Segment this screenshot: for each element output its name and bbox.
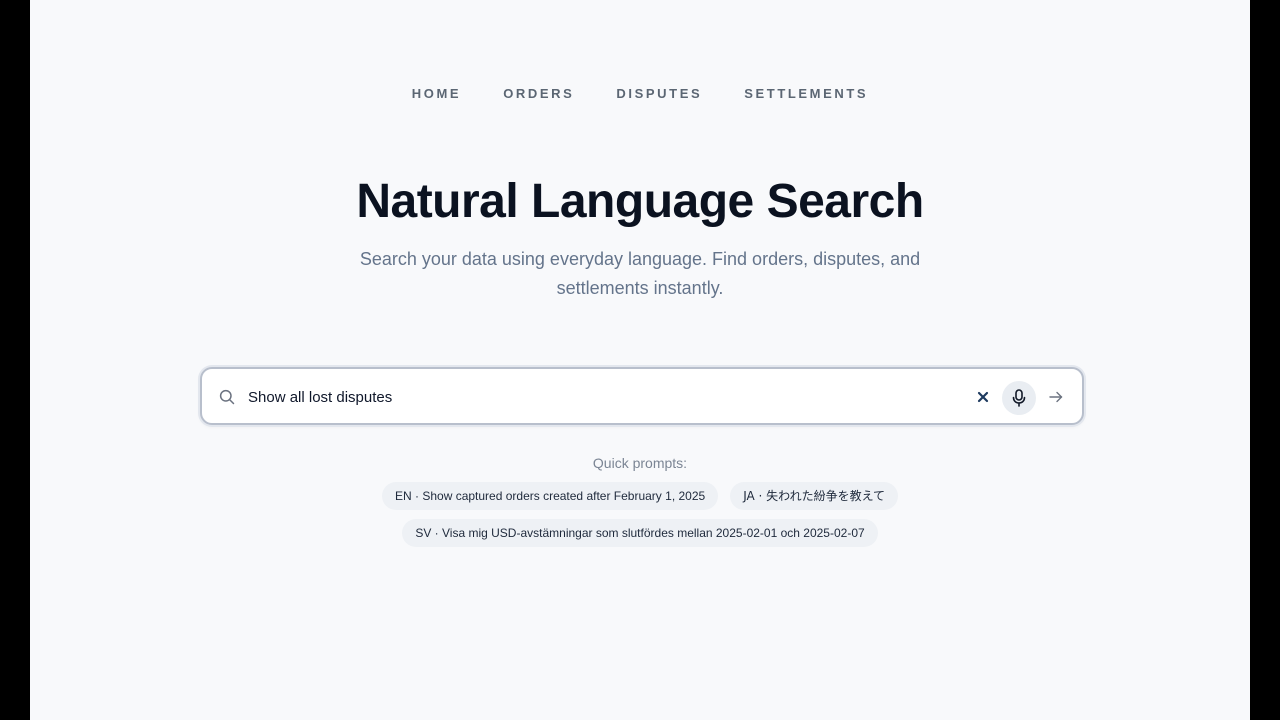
page-subtitle: Search your data using everyday language… xyxy=(359,249,921,298)
nav-settlements[interactable]: SETTLEMENTS xyxy=(744,86,868,101)
arrow-right-icon xyxy=(1049,391,1063,403)
nav-disputes[interactable]: DISPUTES xyxy=(616,86,702,101)
page: HOME ORDERS DISPUTES SETTLEMENTS Natural… xyxy=(30,0,1250,720)
nav-orders[interactable]: ORDERS xyxy=(503,86,574,101)
submit-search-button[interactable] xyxy=(1047,388,1065,406)
top-nav: HOME ORDERS DISPUTES SETTLEMENTS xyxy=(30,86,1250,101)
quick-prompt-en[interactable]: EN · Show captured orders created after … xyxy=(382,482,719,510)
quick-prompt-sv[interactable]: SV · Visa mig USD-avstämningar som slutf… xyxy=(402,519,878,547)
search-icon xyxy=(219,389,235,405)
voice-search-button[interactable] xyxy=(1002,381,1036,415)
clear-button[interactable] xyxy=(974,388,992,406)
quick-prompt-ja[interactable]: JA · 失われた紛争を教えて xyxy=(730,482,898,510)
nav-home[interactable]: HOME xyxy=(412,86,461,101)
microphone-icon xyxy=(1012,389,1026,407)
quick-prompts-row: SV · Visa mig USD-avstämningar som slutf… xyxy=(30,519,1250,547)
search-bar xyxy=(200,367,1084,425)
quick-prompts-label: Quick prompts: xyxy=(592,455,688,471)
quick-prompts-row: EN · Show captured orders created after … xyxy=(30,482,1250,510)
page-title: Natural Language Search xyxy=(356,175,924,228)
close-icon xyxy=(977,391,989,403)
search-input[interactable] xyxy=(248,382,948,412)
